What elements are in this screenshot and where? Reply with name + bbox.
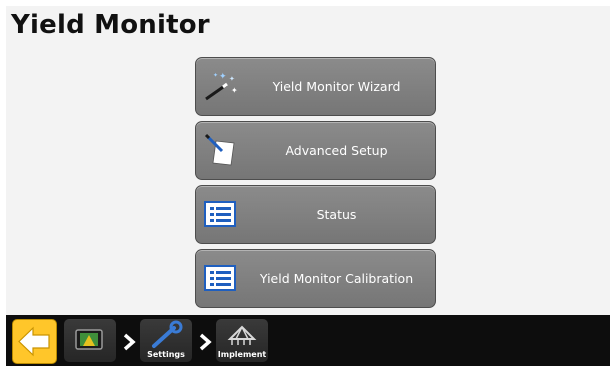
chevron-right-icon xyxy=(123,333,136,351)
breadcrumb-implement-label: Implement xyxy=(217,350,267,359)
status-button[interactable]: Status xyxy=(195,185,436,244)
advanced-setup-button[interactable]: Advanced Setup xyxy=(195,121,436,180)
menu-item-label: Yield Monitor Wizard xyxy=(272,79,401,94)
svg-text:✦: ✦ xyxy=(229,75,235,83)
display-screen-icon xyxy=(75,329,103,350)
implement-icon xyxy=(227,325,257,345)
breadcrumb: Settings Implement xyxy=(6,315,610,366)
back-arrow-icon xyxy=(18,326,50,357)
svg-text:✦: ✦ xyxy=(213,72,218,79)
chevron-right-icon xyxy=(199,333,212,351)
page-title: Yield Monitor xyxy=(11,10,210,40)
list-icon xyxy=(204,197,240,231)
list-icon xyxy=(204,261,240,295)
wrench-icon xyxy=(152,320,183,348)
yield-monitor-calibration-button[interactable]: Yield Monitor Calibration xyxy=(195,249,436,308)
yield-monitor-wizard-button[interactable]: ✦ ✦ ✦ ✦ Yield Monitor Wizard xyxy=(195,57,436,116)
back-button[interactable] xyxy=(12,319,57,364)
screen: Yield Monitor ✦ ✦ ✦ ✦ Yield Monitor Wiza… xyxy=(6,6,610,366)
svg-text:✦: ✦ xyxy=(231,86,238,95)
pen-paper-icon xyxy=(204,133,240,167)
menu-item-label: Status xyxy=(316,207,357,222)
breadcrumb-settings-label: Settings xyxy=(147,350,185,359)
menu-item-label: Advanced Setup xyxy=(285,143,388,158)
menu-item-label: Yield Monitor Calibration xyxy=(259,271,414,286)
breadcrumb-implement-tile[interactable]: Implement xyxy=(216,319,268,362)
svg-text:✦: ✦ xyxy=(219,72,227,82)
breadcrumb-settings-tile[interactable]: Settings xyxy=(140,319,192,362)
breadcrumb-display-tile[interactable] xyxy=(64,319,116,362)
magic-wand-icon: ✦ ✦ ✦ ✦ xyxy=(204,69,240,103)
